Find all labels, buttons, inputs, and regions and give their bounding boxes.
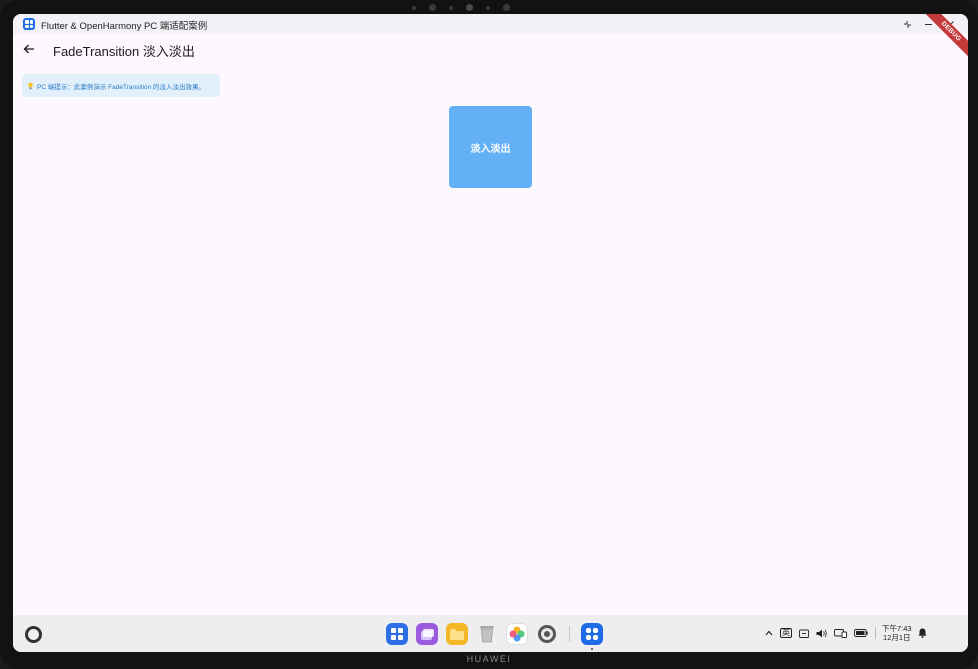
battery-icon[interactable] [854,629,868,637]
sensor-dot [449,5,453,10]
clock-time: 下午7:43 [882,624,912,633]
tip-text: PC 端提示：此案例演示 FadeTransition 的淡入淡出效果。 [37,83,206,91]
gallery-icon[interactable] [506,623,528,645]
pc-tip-banner: PC 端提示：此案例演示 FadeTransition 的淡入淡出效果。 [22,74,220,97]
sensor-dot [412,5,416,10]
window-titlebar: Flutter & OpenHarmony PC 端适配案例 [13,14,968,34]
trash-icon[interactable] [476,623,498,645]
network-icon[interactable] [834,628,847,638]
app-center-icon[interactable] [386,623,408,645]
device-brand: HUAWEI [466,654,512,664]
system-tray: 英 [765,627,876,639]
app-icon [23,18,35,30]
sensor-dot [486,5,490,10]
clock[interactable]: 下午7:43 12月1日 [882,624,912,642]
ime-indicator[interactable]: 英 [780,628,792,638]
lightbulb-icon [28,82,33,89]
window-title: Flutter & OpenHarmony PC 端适配案例 [41,21,208,32]
camera-lens [466,4,473,11]
clock-date: 12月1日 [883,633,911,642]
files-icon[interactable] [446,623,468,645]
notification-bell-icon[interactable] [918,628,927,638]
settings-icon[interactable] [536,623,558,645]
tray-separator [875,627,876,639]
active-indicator [591,648,593,650]
app-bar: FadeTransition 淡入淡出 [13,34,968,64]
back-button[interactable] [19,39,39,59]
minimize-icon [924,23,932,25]
collapse-window-button[interactable] [899,16,915,32]
multi-window-icon[interactable] [416,623,438,645]
fade-box-label: 淡入淡出 [470,143,511,155]
chevron-up-icon[interactable] [765,630,773,636]
page-title: FadeTransition 淡入淡出 [53,44,195,59]
fade-transition-box[interactable]: 淡入淡出 [449,106,532,188]
sensor-dot [503,4,510,11]
start-button[interactable] [25,626,42,643]
screen: Flutter & OpenHarmony PC 端适配案例 FadeTrans… [13,14,968,652]
sensor-dot [429,4,436,11]
dock [386,623,603,650]
dock-separator [569,626,570,642]
clipboard-icon[interactable] [799,629,809,638]
taskbar: 英 下午7:43 12月1日 [13,615,968,652]
camera-row [412,4,510,11]
flutter-app-icon[interactable] [581,623,603,650]
collapse-icon [903,20,911,28]
arrow-left-icon [23,44,34,54]
volume-icon[interactable] [816,629,827,638]
